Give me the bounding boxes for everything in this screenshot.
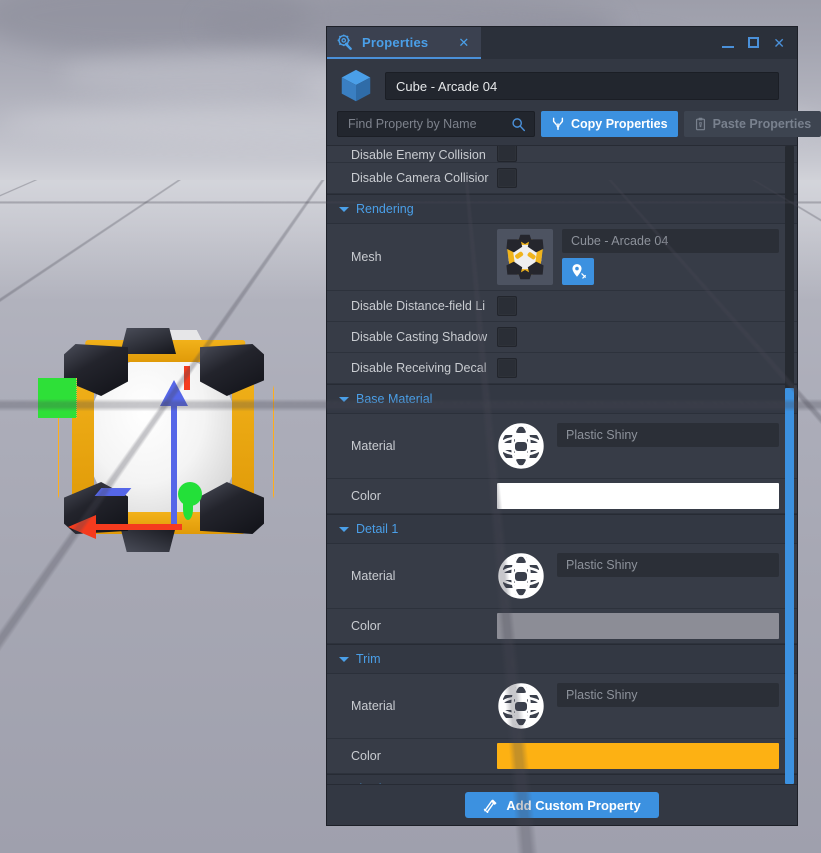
material-sphere-icon xyxy=(497,422,545,470)
material-value-field[interactable]: Plastic Shiny xyxy=(557,423,779,447)
copy-properties-label: Copy Properties xyxy=(571,117,668,131)
property-row-material[interactable]: Material Plastic Shiny xyxy=(327,414,797,479)
chevron-icon xyxy=(339,397,349,402)
material-value: Plastic Shiny xyxy=(566,558,638,572)
mesh-thumbnail-box[interactable] xyxy=(497,229,553,285)
color-swatch[interactable] xyxy=(497,743,779,769)
property-label: Disable Camera Collisior xyxy=(327,171,497,185)
gizmo-y-axis[interactable] xyxy=(171,394,177,529)
section-title: Base Material xyxy=(356,392,432,406)
cube-icon xyxy=(337,67,375,105)
property-label: Color xyxy=(327,619,497,633)
selected-cube-object[interactable] xyxy=(40,322,290,557)
property-label: Disable Receiving Decal xyxy=(327,361,497,375)
property-row-checkbox[interactable]: Disable Receiving Decal xyxy=(327,353,797,384)
search-field[interactable] xyxy=(337,111,535,137)
search-input[interactable] xyxy=(346,116,511,132)
property-label: Material xyxy=(327,569,497,583)
property-row-checkbox[interactable]: Disable Distance-field Li xyxy=(327,291,797,322)
mesh-picker-button[interactable] xyxy=(562,258,594,285)
property-rows: Disable Enemy Collision Disable Camera C… xyxy=(327,145,797,784)
section-header[interactable]: Base Material xyxy=(327,384,797,414)
property-checkbox[interactable] xyxy=(497,327,517,347)
property-label: Disable Distance-field Li xyxy=(327,299,497,313)
search-icon[interactable] xyxy=(511,117,526,132)
color-swatch[interactable] xyxy=(497,613,779,639)
mesh-value: Cube - Arcade 04 xyxy=(571,234,668,248)
property-label: Disable Casting Shadow xyxy=(327,330,497,344)
gizmo-x-axis[interactable] xyxy=(92,524,182,530)
property-list-scrollbar[interactable] xyxy=(785,146,794,784)
tab-close-icon[interactable]: ✕ xyxy=(458,36,469,49)
paste-properties-icon xyxy=(694,117,707,131)
tab-properties[interactable]: Properties ✕ xyxy=(327,27,481,59)
add-custom-property-button[interactable]: Add Custom Property xyxy=(465,792,658,818)
object-name-field[interactable]: Cube - Arcade 04 xyxy=(385,72,779,100)
gizmo-z-red-stub[interactable] xyxy=(184,366,190,390)
property-label: Material xyxy=(327,699,497,713)
wrench-gear-icon xyxy=(337,34,354,51)
property-row-mesh[interactable]: Mesh Cube - Arcade 04 xyxy=(327,224,797,291)
property-checkbox[interactable] xyxy=(497,358,517,378)
property-row-checkbox[interactable]: Disable Casting Shadow xyxy=(327,322,797,353)
window-controls: ✕ xyxy=(722,27,797,59)
chevron-icon xyxy=(339,657,349,662)
add-property-icon xyxy=(483,798,498,813)
window-maximize-icon[interactable] xyxy=(748,36,759,50)
picker-icon xyxy=(570,263,587,280)
section-title: Trim xyxy=(356,652,381,666)
property-row-material[interactable]: Material Plastic Shiny xyxy=(327,674,797,739)
object-name-value: Cube - Arcade 04 xyxy=(396,79,497,94)
color-swatch[interactable] xyxy=(497,483,779,509)
chevron-icon xyxy=(339,527,349,532)
window-close-icon[interactable]: ✕ xyxy=(773,36,785,50)
property-checkbox[interactable] xyxy=(497,296,517,316)
paste-properties-label: Paste Properties xyxy=(713,117,812,131)
section-title: Physics xyxy=(351,782,394,784)
mesh-value-field[interactable]: Cube - Arcade 04 xyxy=(562,229,779,253)
search-toolbar: Copy Properties Paste Properties xyxy=(327,111,797,145)
object-name-bar: Cube - Arcade 04 xyxy=(327,59,797,111)
property-row-color[interactable]: Color xyxy=(327,739,797,774)
property-label: Color xyxy=(327,489,497,503)
section-header[interactable]: Trim xyxy=(327,644,797,674)
section-header[interactable]: Physics xyxy=(327,774,797,784)
section-title: Detail 1 xyxy=(356,522,398,536)
panel-footer: Add Custom Property xyxy=(327,784,797,825)
section-title: Rendering xyxy=(356,202,414,216)
tab-label: Properties xyxy=(362,35,428,50)
property-row-color[interactable]: Color xyxy=(327,609,797,644)
material-sphere-icon xyxy=(497,552,545,600)
copy-properties-icon xyxy=(551,117,565,131)
section-header[interactable]: Rendering xyxy=(327,194,797,224)
property-label: Disable Enemy Collision xyxy=(327,148,497,162)
paste-properties-button[interactable]: Paste Properties xyxy=(684,111,821,137)
property-checkbox[interactable] xyxy=(497,145,517,162)
property-row-material[interactable]: Material Plastic Shiny xyxy=(327,544,797,609)
property-label: Mesh xyxy=(327,250,497,264)
chevron-icon xyxy=(339,207,349,212)
material-value: Plastic Shiny xyxy=(566,428,638,442)
copy-properties-button[interactable]: Copy Properties xyxy=(541,111,678,137)
property-checkbox[interactable] xyxy=(497,168,517,188)
panel-titlebar: Properties ✕ ✕ xyxy=(327,27,797,59)
gizmo-green-ball-handle[interactable] xyxy=(178,482,202,506)
green-scale-handle[interactable] xyxy=(38,378,77,418)
material-value-field[interactable]: Plastic Shiny xyxy=(557,553,779,577)
material-value: Plastic Shiny xyxy=(566,688,638,702)
add-custom-property-label: Add Custom Property xyxy=(506,798,640,813)
property-label: Color xyxy=(327,749,497,763)
property-label: Material xyxy=(327,439,497,453)
material-value-field[interactable]: Plastic Shiny xyxy=(557,683,779,707)
material-sphere-icon xyxy=(497,682,545,730)
property-row-checkbox[interactable]: Disable Enemy Collision xyxy=(327,145,797,163)
window-minimize-icon[interactable] xyxy=(722,36,734,50)
section-header[interactable]: Detail 1 xyxy=(327,514,797,544)
property-list: Disable Enemy Collision Disable Camera C… xyxy=(327,145,797,784)
property-row-color[interactable]: Color xyxy=(327,479,797,514)
property-row-checkbox[interactable]: Disable Camera Collisior xyxy=(327,163,797,194)
scrollbar-thumb[interactable] xyxy=(785,388,794,784)
mesh-thumbnail xyxy=(499,231,551,283)
properties-panel: Properties ✕ ✕ Cube - Arcade 04 xyxy=(326,26,798,826)
